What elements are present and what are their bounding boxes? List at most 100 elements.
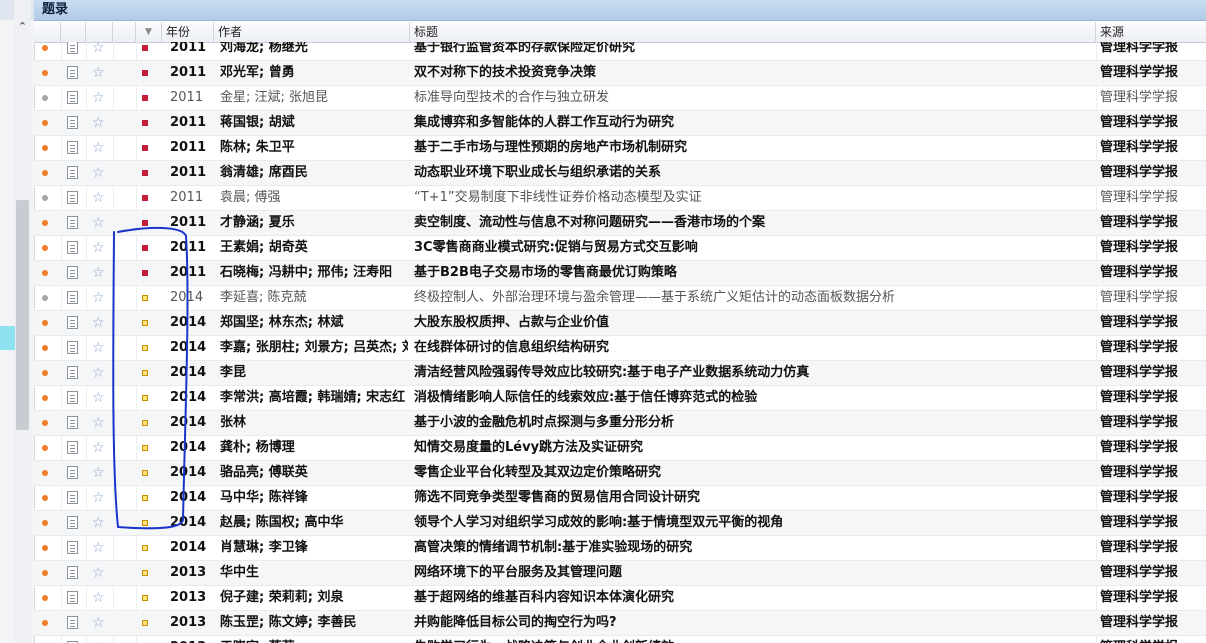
star-icon[interactable]: ☆: [92, 161, 106, 185]
table-row[interactable]: ☆ 2014 肖慧琳; 李卫锋 高管决策的情绪调节机制:基于准实验现场的研究 管理科学学…: [34, 536, 1206, 561]
left-sidebar: ⌃: [0, 0, 35, 643]
star-icon[interactable]: ☆: [92, 386, 106, 410]
star-icon[interactable]: ☆: [92, 136, 106, 160]
doc-icon[interactable]: [67, 291, 78, 304]
star-icon[interactable]: ☆: [92, 561, 106, 585]
doc-icon[interactable]: [67, 441, 78, 454]
header-star[interactable]: [86, 22, 113, 42]
star-icon[interactable]: ☆: [92, 361, 106, 385]
star-icon[interactable]: ☆: [92, 261, 106, 285]
table-row[interactable]: ☆ 2011 金星; 汪斌; 张旭昆 标准导向型技术的合作与独立研发 管理科学学报: [34, 86, 1206, 111]
header-title[interactable]: 标题: [410, 22, 1096, 42]
table-row[interactable]: ☆ 2014 郑国坚; 林东杰; 林斌 大股东股权质押、占款与企业价值 管理科学学报: [34, 311, 1206, 336]
star-icon[interactable]: ☆: [92, 336, 106, 360]
star-icon[interactable]: ☆: [92, 511, 106, 535]
header-blank[interactable]: [113, 22, 136, 42]
read-status-dot: [42, 495, 48, 501]
header-author[interactable]: 作者: [214, 22, 410, 42]
cell-author: 李嘉; 张朋柱; 刘景方; 吕英杰; 刘璇: [220, 340, 408, 355]
star-icon[interactable]: ☆: [92, 411, 106, 435]
star-icon[interactable]: ☆: [92, 611, 106, 635]
cell-source: 管理科学学报: [1100, 390, 1179, 405]
doc-icon[interactable]: [67, 91, 78, 104]
table-row[interactable]: ☆ 2013 陈玉罡; 陈文婷; 李善民 并购能降低目标公司的掏空行为吗? 管理科学学报: [34, 611, 1206, 636]
scroll-up-icon[interactable]: ⌃: [14, 20, 31, 34]
cell-author: 才静涵; 夏乐: [220, 215, 295, 230]
doc-icon[interactable]: [67, 341, 78, 354]
doc-icon[interactable]: [67, 366, 78, 379]
cell-title: 基于小波的金融危机时点探测与多重分形分析: [414, 415, 675, 430]
doc-icon[interactable]: [67, 491, 78, 504]
star-icon[interactable]: ☆: [92, 211, 106, 235]
star-icon[interactable]: ☆: [92, 436, 106, 460]
doc-icon[interactable]: [67, 316, 78, 329]
table-row[interactable]: ☆ 2011 石晓梅; 冯耕中; 邢伟; 汪寿阳 基于B2B电子交易市场的零售商最优订…: [34, 261, 1206, 286]
table-row[interactable]: ☆ 2013 华中生 网络环境下的平台服务及其管理问题 管理科学学报: [34, 561, 1206, 586]
doc-icon[interactable]: [67, 416, 78, 429]
table-row[interactable]: ☆ 2013 于晓宇; 蔡莉失败学习行为、战略决策与创业企业创新绩效管理科学学报: [34, 636, 1206, 643]
doc-icon[interactable]: [67, 216, 78, 229]
star-icon[interactable]: ☆: [92, 42, 106, 60]
header-year[interactable]: 年份: [162, 22, 214, 42]
table-row[interactable]: ☆ 2011 才静涵; 夏乐 卖空制度、流动性与信息不对称问题研究——香港市场的个案 管…: [34, 211, 1206, 236]
header-doc[interactable]: [61, 22, 86, 42]
star-icon[interactable]: ☆: [92, 636, 106, 643]
doc-icon[interactable]: [67, 591, 78, 604]
star-icon[interactable]: ☆: [92, 236, 106, 260]
table-row[interactable]: ☆ 2014 龚朴; 杨博理 知情交易度量的Lévy跳方法及实证研究 管理科学学报: [34, 436, 1206, 461]
cell-author: 袁晨; 傅强: [220, 190, 281, 205]
header-status[interactable]: [34, 22, 61, 42]
table-row[interactable]: ☆ 2014 张林 基于小波的金融危机时点探测与多重分形分析 管理科学学报: [34, 411, 1206, 436]
header-source[interactable]: 来源: [1096, 22, 1206, 42]
star-icon[interactable]: ☆: [92, 586, 106, 610]
table-row[interactable]: ☆ 2014 赵晨; 陈国权; 高中华 领导个人学习对组织学习成效的影响:基于情境型双…: [34, 511, 1206, 536]
doc-icon[interactable]: [67, 266, 78, 279]
read-status-dot: [42, 170, 48, 176]
doc-icon[interactable]: [67, 241, 78, 254]
doc-icon[interactable]: [67, 42, 78, 54]
table-row[interactable]: ☆ 2013 倪子建; 荣莉莉; 刘泉 基于超网络的维基百科内容知识本体演化研究 管理科…: [34, 586, 1206, 611]
star-icon[interactable]: ☆: [92, 286, 106, 310]
star-icon[interactable]: ☆: [92, 111, 106, 135]
flag-icon: [142, 420, 148, 426]
doc-icon[interactable]: [67, 541, 78, 554]
flag-icon: [142, 320, 148, 326]
flag-icon: [142, 70, 148, 76]
star-icon[interactable]: ☆: [92, 311, 106, 335]
table-row[interactable]: ☆ 2011 邓光军; 曾勇 双不对称下的技术投资竞争决策 管理科学学报: [34, 61, 1206, 86]
doc-icon[interactable]: [67, 391, 78, 404]
doc-icon[interactable]: [67, 166, 78, 179]
doc-icon[interactable]: [67, 116, 78, 129]
doc-icon[interactable]: [67, 466, 78, 479]
cell-title: 3C零售商商业模式研究:促销与贸易方式交互影响: [414, 240, 698, 255]
doc-icon[interactable]: [67, 191, 78, 204]
star-icon[interactable]: ☆: [92, 461, 106, 485]
sidebar-scrollbar[interactable]: ⌃: [14, 0, 31, 643]
cell-author: 李常洪; 高培霞; 韩瑞婧; 宋志红: [220, 390, 406, 405]
doc-icon[interactable]: [67, 516, 78, 529]
star-icon[interactable]: ☆: [92, 86, 106, 110]
star-icon[interactable]: ☆: [92, 186, 106, 210]
star-icon[interactable]: ☆: [92, 486, 106, 510]
star-icon[interactable]: ☆: [92, 61, 106, 85]
table-row[interactable]: ☆ 2011 刘海龙; 杨继光 基于银行监管资本的存款保险定价研究 管理科学学报: [34, 42, 1206, 61]
doc-icon[interactable]: [67, 141, 78, 154]
table-row[interactable]: ☆ 2014 马中华; 陈祥锋 筛选不同竞争类型零售商的贸易信用合同设计研究 管理科学学…: [34, 486, 1206, 511]
cell-title: 双不对称下的技术投资竞争决策: [414, 65, 597, 80]
table-row[interactable]: ☆ 2014 李嘉; 张朋柱; 刘景方; 吕英杰; 刘璇 在线群体研讨的信息组织结构研…: [34, 336, 1206, 361]
table-row[interactable]: ☆ 2011 翁清雄; 席酉民 动态职业环境下职业成长与组织承诺的关系 管理科学学报: [34, 161, 1206, 186]
table-row[interactable]: ☆ 2011 袁晨; 傅强 “T+1”交易制度下非线性证券价格动态模型及实证 管理科学学…: [34, 186, 1206, 211]
star-icon[interactable]: ☆: [92, 536, 106, 560]
table-row[interactable]: ☆ 2014 李常洪; 高培霞; 韩瑞婧; 宋志红 消极情绪影响人际信任的线索效应:基…: [34, 386, 1206, 411]
scroll-thumb[interactable]: [16, 200, 29, 430]
doc-icon[interactable]: [67, 66, 78, 79]
table-row[interactable]: ☆ 2014 李昆 清洁经营风险强弱传导效应比较研究:基于电子产业数据系统动力仿真 管理…: [34, 361, 1206, 386]
table-row[interactable]: ☆ 2011 陈林; 朱卫平 基于二手市场与理性预期的房地产市场机制研究 管理科学学报: [34, 136, 1206, 161]
table-row[interactable]: ☆ 2011 王素娟; 胡奇英 3C零售商商业模式研究:促销与贸易方式交互影响 管理科学…: [34, 236, 1206, 261]
table-row[interactable]: ☆ 2014 骆品亮; 傅联英 零售企业平台化转型及其双边定价策略研究 管理科学学报: [34, 461, 1206, 486]
table-row[interactable]: ☆ 2014 李延喜; 陈克兢 终极控制人、外部治理环境与盈余管理——基于系统广义矩估…: [34, 286, 1206, 311]
doc-icon[interactable]: [67, 616, 78, 629]
doc-icon[interactable]: [67, 566, 78, 579]
sort-dropdown-icon[interactable]: ▼: [136, 22, 162, 42]
table-row[interactable]: ☆ 2011 蒋国银; 胡斌 集成博弈和多智能体的人群工作互动行为研究 管理科学学报: [34, 111, 1206, 136]
